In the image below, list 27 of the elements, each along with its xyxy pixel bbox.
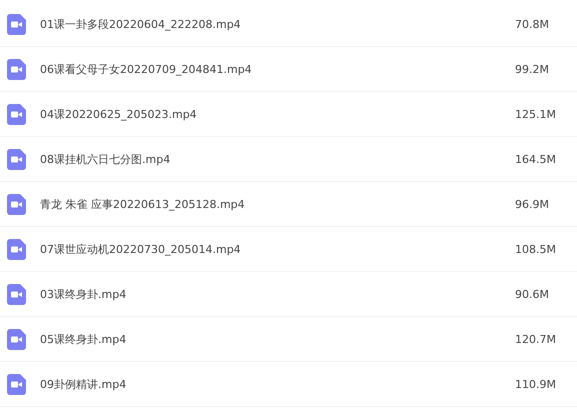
file-size: 108.5M: [515, 242, 557, 256]
file-size: 120.7M: [515, 332, 557, 346]
video-file-icon: [7, 374, 26, 394]
video-file-icon: [7, 148, 26, 170]
video-file-icon: [7, 104, 26, 124]
file-size: 90.6M: [515, 288, 550, 300]
file-name[interactable]: 05课终身卦.mp4: [40, 332, 515, 346]
file-size: 164.5M: [515, 152, 557, 166]
file-name[interactable]: 07课世应动机20220730_205014.mp4: [40, 242, 515, 256]
video-file-icon: [7, 238, 26, 260]
file-size: 125.1M: [515, 108, 557, 120]
file-name[interactable]: 01课一卦多段20220604_222208.mp4: [40, 16, 515, 32]
video-file-icon: [7, 284, 26, 304]
file-name[interactable]: 青龙 朱雀 应事20220613_205128.mp4: [40, 196, 515, 212]
video-file-icon: [7, 14, 26, 34]
file-name[interactable]: 04课20220625_205023.mp4: [40, 106, 515, 122]
file-name[interactable]: 09卦例精讲.mp4: [40, 376, 515, 392]
video-file-icon: [7, 58, 26, 80]
file-size: 99.2M: [515, 62, 550, 76]
file-size: 96.9M: [515, 198, 550, 210]
file-name[interactable]: 08课挂机六日七分图.mp4: [40, 152, 515, 166]
video-file-icon: [7, 194, 26, 214]
file-size: 70.8M: [515, 18, 550, 30]
file-name[interactable]: 06课看父母子女20220709_204841.mp4: [40, 62, 515, 76]
file-size: 110.9M: [515, 378, 557, 390]
file-name[interactable]: 03课终身卦.mp4: [40, 286, 515, 302]
video-file-icon: [7, 328, 26, 350]
